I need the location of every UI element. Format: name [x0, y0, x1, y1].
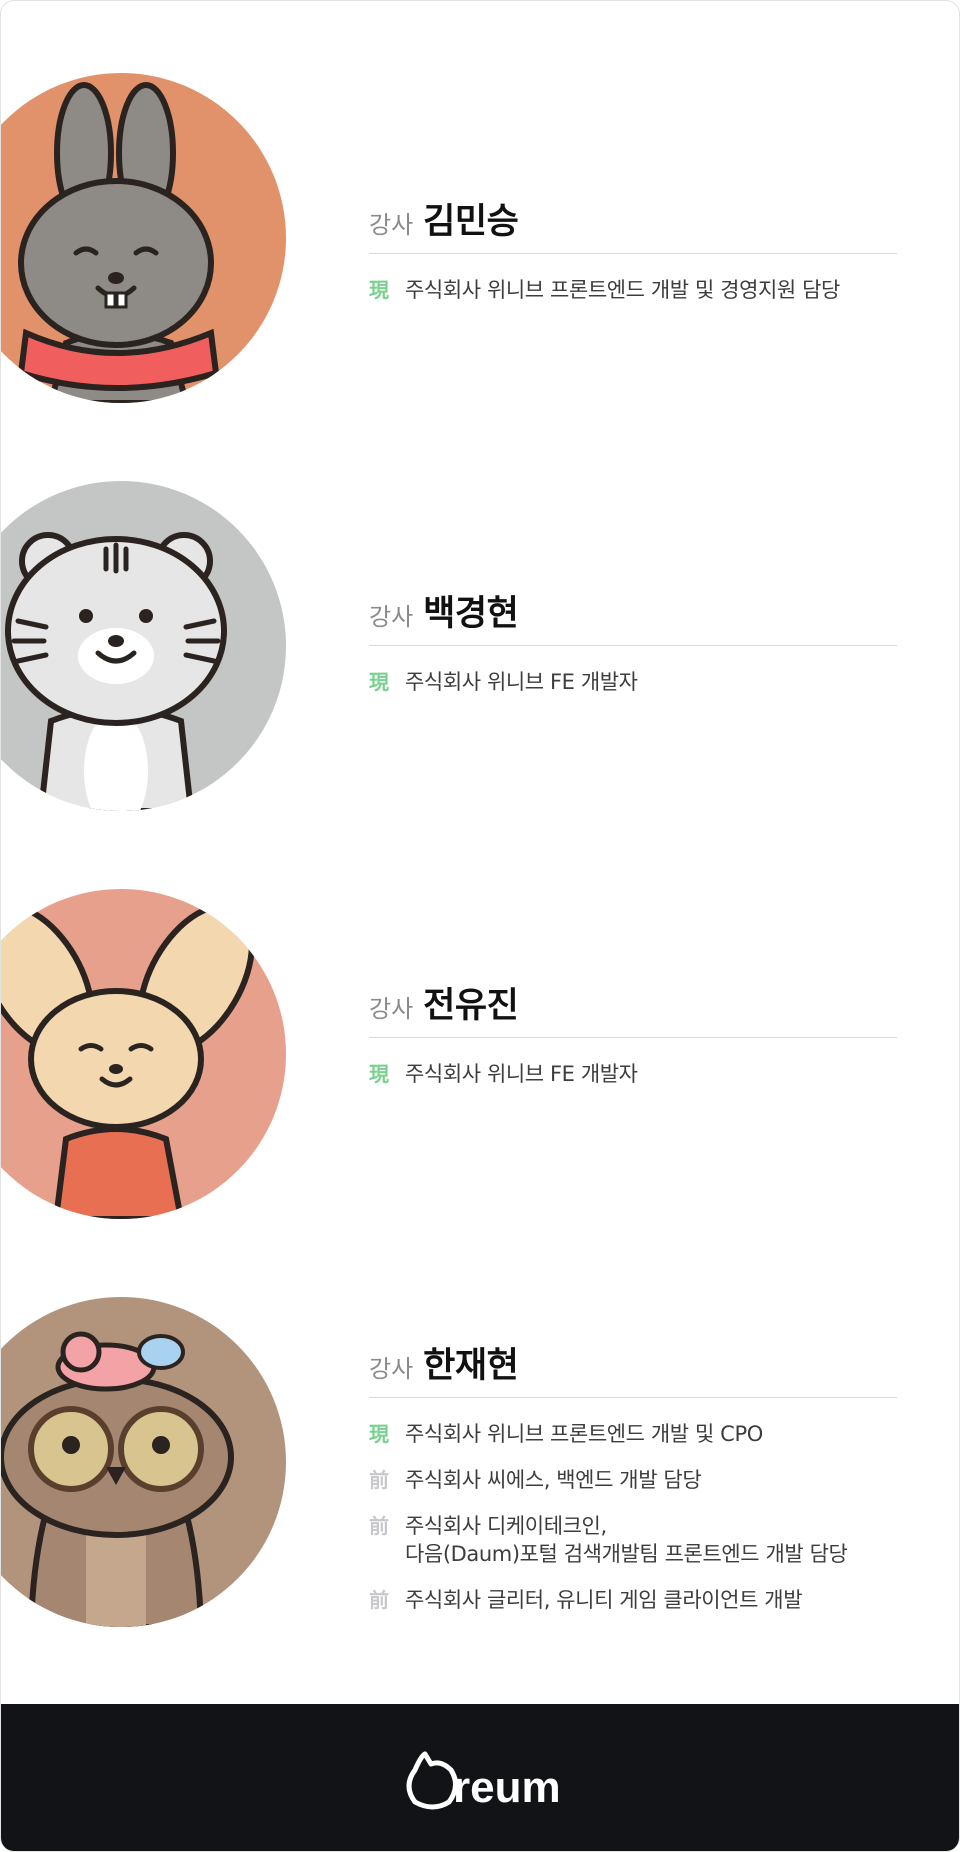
current-mark: 現 [369, 670, 389, 694]
previous-mark: 前 [369, 1588, 389, 1612]
career-list: 現 주식회사 위니브 FE 개발자 [369, 668, 897, 696]
career-text: 주식회사 위니브 FE 개발자 [405, 670, 638, 694]
divider [369, 645, 897, 646]
previous-mark: 前 [369, 1468, 389, 1492]
career-list: 現 주식회사 위니브 프론트엔드 개발 및 CPO 前 주식회사 씨에스, 백엔… [369, 1420, 897, 1614]
career-text: 주식회사 위니브 프론트엔드 개발 및 경영지원 담당 [405, 278, 840, 302]
instructor-name: 전유진 [423, 986, 519, 1026]
oreum-logo-icon[interactable]: reum [401, 1746, 561, 1812]
name-row: 강사 전유진 [369, 977, 897, 1026]
name-row: 강사 한재현 [369, 1337, 897, 1386]
instructor-card: 강사 백경현 現 주식회사 위니브 FE 개발자 [1, 481, 959, 821]
career-item: 現 주식회사 위니브 FE 개발자 [369, 1060, 897, 1088]
instructor-info: 강사 백경현 現 주식회사 위니브 FE 개발자 [369, 585, 897, 714]
instructor-name: 백경현 [423, 594, 519, 634]
current-mark: 現 [369, 1422, 389, 1446]
career-text: 주식회사 씨에스, 백엔드 개발 담당 [405, 1468, 702, 1492]
instructor-name: 김민승 [423, 202, 519, 242]
career-item: 前 주식회사 디케이테크인, 다음(Daum)포털 검색개발팀 프론트엔드 개발… [369, 1512, 897, 1568]
instructor-page: 강사 김민승 現 주식회사 위니브 프론트엔드 개발 및 경영지원 담당 강사 … [0, 0, 960, 1852]
instructor-card: 강사 김민승 現 주식회사 위니브 프론트엔드 개발 및 경영지원 담당 [1, 73, 959, 413]
instructor-info: 강사 한재현 現 주식회사 위니브 프론트엔드 개발 및 CPO 前 주식회사 … [369, 1337, 897, 1632]
fox-avatar-icon [1, 889, 286, 1219]
role-label: 강사 [369, 603, 414, 631]
rabbit-avatar-icon [1, 73, 286, 403]
role-label: 강사 [369, 211, 414, 239]
career-item: 現 주식회사 위니브 프론트엔드 개발 및 CPO [369, 1420, 897, 1448]
name-row: 강사 백경현 [369, 585, 897, 634]
footer: reum [1, 1704, 959, 1851]
current-mark: 現 [369, 278, 389, 302]
career-item: 前 주식회사 글리터, 유니티 게임 클라이언트 개발 [369, 1586, 897, 1614]
career-text: 주식회사 위니브 FE 개발자 [405, 1062, 638, 1086]
instructor-info: 강사 김민승 現 주식회사 위니브 프론트엔드 개발 및 경영지원 담당 [369, 193, 897, 322]
tiger-avatar-icon [1, 481, 286, 811]
logo-text: reum [453, 1763, 561, 1812]
divider [369, 253, 897, 254]
career-text: 주식회사 위니브 프론트엔드 개발 및 CPO [405, 1422, 763, 1446]
current-mark: 現 [369, 1062, 389, 1086]
owl-avatar-icon [1, 1297, 286, 1627]
career-text: 주식회사 글리터, 유니티 게임 클라이언트 개발 [405, 1588, 803, 1612]
instructor-card: 강사 전유진 現 주식회사 위니브 FE 개발자 [1, 889, 959, 1229]
instructor-info: 강사 전유진 現 주식회사 위니브 FE 개발자 [369, 977, 897, 1106]
career-item: 現 주식회사 위니브 FE 개발자 [369, 668, 897, 696]
role-label: 강사 [369, 1355, 414, 1383]
career-item: 前 주식회사 씨에스, 백엔드 개발 담당 [369, 1466, 897, 1494]
instructor-card: 강사 한재현 現 주식회사 위니브 프론트엔드 개발 및 CPO 前 주식회사 … [1, 1297, 959, 1637]
name-row: 강사 김민승 [369, 193, 897, 242]
divider [369, 1397, 897, 1398]
career-item: 現 주식회사 위니브 프론트엔드 개발 및 경영지원 담당 [369, 276, 897, 304]
career-list: 現 주식회사 위니브 프론트엔드 개발 및 경영지원 담당 [369, 276, 897, 304]
divider [369, 1037, 897, 1038]
career-text: 주식회사 디케이테크인, 다음(Daum)포털 검색개발팀 프론트엔드 개발 담… [405, 1514, 848, 1566]
career-list: 現 주식회사 위니브 FE 개발자 [369, 1060, 897, 1088]
instructor-name: 한재현 [423, 1346, 519, 1386]
role-label: 강사 [369, 995, 414, 1023]
previous-mark: 前 [369, 1514, 389, 1538]
